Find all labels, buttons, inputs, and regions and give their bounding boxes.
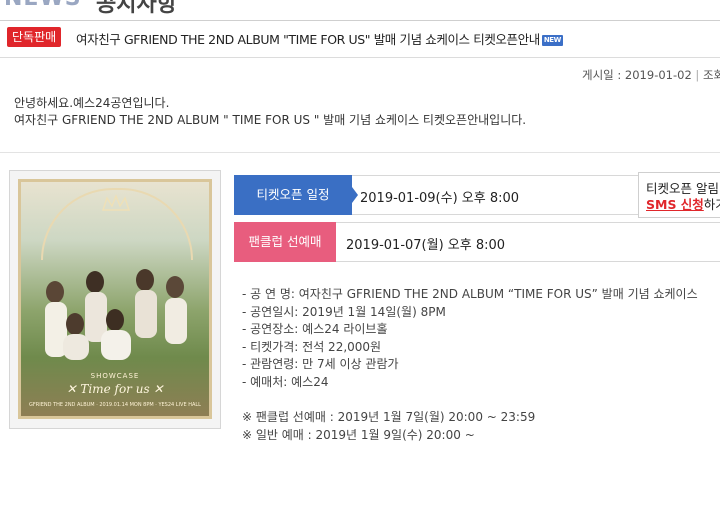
meta-separator: |	[695, 68, 700, 82]
booking-notes: ※ 팬클럽 선예매 : 2019년 1월 7일(월) 20:00 ~ 23:59…	[242, 409, 535, 444]
post-meta: 게시일 : 2019-01-02 | 조회	[582, 67, 720, 83]
post-title-row: 단독판매 여자친구 GFRIEND THE 2ND ALBUM "TIME FO…	[0, 21, 720, 58]
new-badge: NEW	[541, 35, 563, 46]
post-title[interactable]: 여자친구 GFRIEND THE 2ND ALBUM "TIME FOR US"…	[76, 29, 563, 48]
sms-alert-suffix: 하기	[703, 197, 720, 212]
post-title-text: 여자친구 GFRIEND THE 2ND ALBUM "TIME FOR US"…	[76, 32, 540, 47]
note-general-sale: ※ 일반 예매 : 2019년 1월 9일(수) 20:00 ~	[242, 427, 475, 442]
detail-venue: - 공연장소: 예스24 라이브홀	[242, 322, 388, 337]
note-fanclub-presale: ※ 팬클럽 선예매 : 2019년 1월 7일(월) 20:00 ~ 23:59	[242, 410, 536, 424]
detail-age: - 관람연령: 만 7세 이상 관람가	[242, 357, 399, 372]
ticket-open-label: 티켓오픈 일정	[234, 175, 352, 215]
fanclub-presale-date: 2019-01-07(월) 오후 8:00	[346, 238, 506, 253]
fanclub-presale-label: 팬클럽 선예매	[234, 222, 336, 262]
view-count-label: 조회	[702, 68, 720, 82]
detail-title: - 공 연 명: 여자친구 GFRIEND THE 2ND ALBUM “TIM…	[242, 287, 698, 301]
crown-ornament-icon	[102, 194, 130, 211]
ticket-open-date: 2019-01-09(수) 오후 8:00	[360, 191, 520, 206]
showcase-poster-image[interactable]: SHOWCASE ✕ Time for us ✕ GFRIEND THE 2ND…	[18, 179, 212, 419]
sms-alert-box[interactable]: 티켓오픈 알림 SMS 신청하기	[638, 172, 720, 218]
intro-description: 여자친구 GFRIEND THE 2ND ALBUM " TIME FOR US…	[14, 113, 527, 127]
poster-event-info: GFRIEND THE 2ND ALBUM · 2019.01.14 MON 8…	[29, 402, 201, 408]
sms-alert-line: SMS 신청하기	[646, 194, 720, 213]
content-divider	[0, 152, 720, 153]
intro-greeting: 안녕하세요.예스24공연입니다.	[14, 96, 170, 110]
detail-datetime: - 공연일시: 2019년 1월 14일(월) 8PM	[242, 304, 446, 319]
detail-vendor: - 예매처: 예스24	[242, 374, 329, 389]
site-header: NEWS 공지사항	[0, 0, 720, 20]
post-date: 게시일 : 2019-01-02	[582, 68, 692, 82]
group-members-illustration	[45, 269, 187, 360]
poster-frame: SHOWCASE ✕ Time for us ✕ GFRIEND THE 2ND…	[9, 170, 221, 429]
poster-showcase-label: SHOWCASE	[90, 372, 140, 380]
exclusive-badge: 단독판매	[7, 27, 62, 47]
section-title: NEWS	[4, 0, 82, 11]
ticket-open-arrow-icon	[352, 187, 358, 203]
section-subtitle: 공지사항	[96, 0, 177, 17]
event-details: - 공 연 명: 여자친구 GFRIEND THE 2ND ALBUM “TIM…	[242, 286, 698, 392]
poster-album-title: ✕ Time for us ✕	[66, 382, 164, 396]
sms-signup-link[interactable]: SMS 신청	[646, 197, 704, 212]
detail-price: - 티켓가격: 전석 22,000원	[242, 339, 382, 354]
